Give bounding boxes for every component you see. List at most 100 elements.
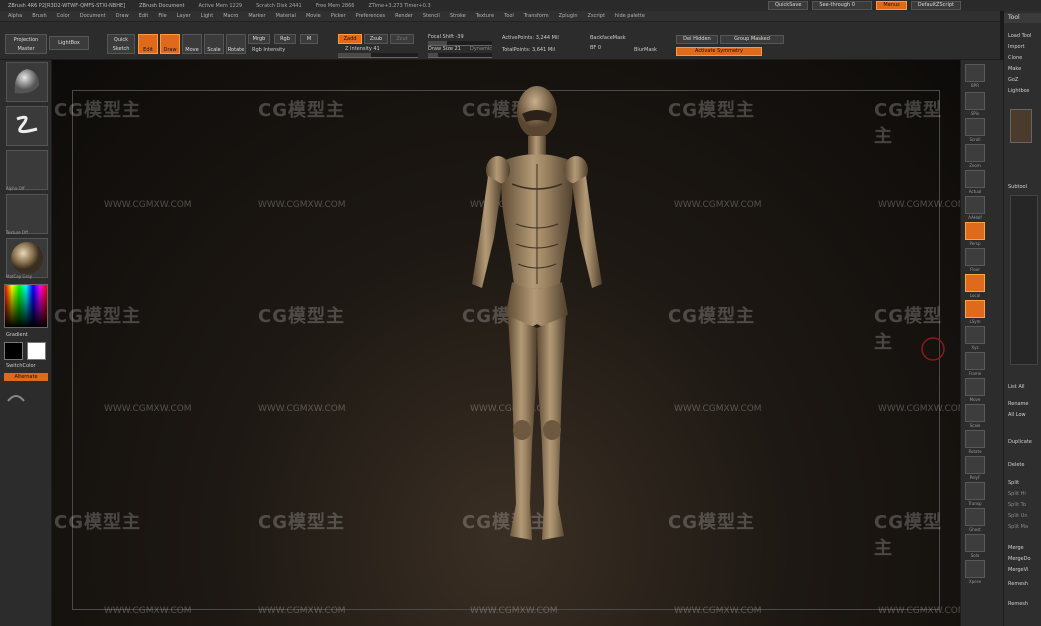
activate-symmetry-button[interactable]: Activate Symmetry	[676, 47, 762, 56]
menu-alpha[interactable]: Alpha	[8, 13, 22, 19]
menu-transform[interactable]: Transform	[524, 13, 549, 19]
goz-button[interactable]: GoZ	[1008, 77, 1018, 83]
texture-slot[interactable]	[6, 194, 48, 234]
rgb-intensity-label[interactable]: Rgb Intensity	[252, 47, 285, 53]
menu-color[interactable]: Color	[57, 13, 70, 19]
quicksave-button[interactable]: QuickSave	[768, 1, 809, 10]
rename-button[interactable]: Rename	[1008, 401, 1029, 407]
menu-stencil[interactable]: Stencil	[423, 13, 440, 19]
split-to-parts-button[interactable]: Split To	[1008, 502, 1026, 508]
switch-color-button[interactable]: SwitchColor	[6, 363, 36, 369]
split-masked-button[interactable]: Split Ma	[1008, 524, 1028, 530]
see-through-slider[interactable]: See-through 0	[812, 1, 873, 10]
persp-button[interactable]	[965, 222, 985, 240]
menu-brush[interactable]: Brush	[32, 13, 46, 19]
draw-size-slider[interactable]: Draw Size 21	[428, 46, 461, 52]
default-zscript-button[interactable]: DefaultZScript	[910, 1, 961, 10]
split-unmasked-button[interactable]: Split Un	[1008, 513, 1028, 519]
menu-picker[interactable]: Picker	[331, 13, 346, 19]
zadd-button[interactable]: Zadd	[338, 34, 362, 44]
local-button[interactable]	[965, 274, 985, 292]
draw-button[interactable]: Draw	[160, 34, 180, 54]
quick-sketch-button[interactable]: Quick Sketch	[107, 34, 135, 54]
menu-tool[interactable]: Tool	[504, 13, 514, 19]
split-hidden-button[interactable]: Split Hi	[1008, 491, 1026, 497]
bf-slider[interactable]: BF 0	[590, 45, 601, 51]
clone-button[interactable]: Clone	[1008, 55, 1022, 61]
projection-master-button[interactable]: Projection Master	[5, 34, 47, 54]
backface-mask-button[interactable]: BackfaceMask	[590, 35, 626, 41]
armored-figure-model[interactable]	[442, 84, 632, 554]
remesh-button[interactable]: Remesh	[1008, 601, 1028, 607]
gradient-label[interactable]: Gradient	[6, 332, 28, 338]
alternate-button[interactable]: Alternate	[4, 373, 48, 381]
bpr-button[interactable]	[965, 64, 985, 82]
color-picker[interactable]	[4, 284, 48, 328]
menus-button[interactable]: Menus	[876, 1, 907, 10]
spix-button[interactable]	[965, 92, 985, 110]
rotate-view-button[interactable]	[965, 430, 985, 448]
polyf-button[interactable]	[965, 456, 985, 474]
move-view-button[interactable]	[965, 378, 985, 396]
duplicate-button[interactable]: Duplicate	[1008, 439, 1032, 445]
remesh-section[interactable]: Remesh	[1008, 581, 1028, 587]
actual-button[interactable]	[965, 170, 985, 188]
merge-down-button[interactable]: MergeDo	[1008, 556, 1031, 562]
merge-visible-button[interactable]: MergeVi	[1008, 567, 1028, 573]
menu-layer[interactable]: Layer	[177, 13, 191, 19]
z-intensity-track[interactable]	[338, 53, 418, 58]
xpose-button[interactable]	[965, 560, 985, 578]
menu-stroke[interactable]: Stroke	[450, 13, 466, 19]
load-tool-button[interactable]: Load Tool	[1008, 33, 1031, 39]
scroll-button[interactable]	[965, 118, 985, 136]
focal-shift-slider[interactable]: Focal Shift -39	[428, 34, 464, 40]
scale-button[interactable]: Scale	[204, 34, 224, 54]
menu-document[interactable]: Document	[80, 13, 106, 19]
stroke-slot[interactable]	[6, 106, 48, 146]
brush-slot[interactable]	[6, 62, 48, 102]
ghost-button[interactable]	[965, 508, 985, 526]
split-section[interactable]: Split	[1008, 480, 1019, 486]
canvas-viewport[interactable]: CG模型主 CG模型主 CG模型主 CG模型主 CG模型主 WWW.CGMXW.…	[52, 60, 960, 626]
z-intensity-slider[interactable]: Z Intensity 41	[345, 46, 380, 52]
all-low-button[interactable]: All Low	[1008, 412, 1026, 418]
blur-mask-button[interactable]: BlurMask	[634, 47, 657, 53]
scale-view-button[interactable]	[965, 404, 985, 422]
import-button[interactable]: Import	[1008, 44, 1025, 50]
mrgb-button[interactable]: Mrgb	[248, 34, 270, 44]
group-masked-button[interactable]: Group Masked	[720, 35, 784, 44]
m-button[interactable]: M	[300, 34, 318, 44]
menu-draw[interactable]: Draw	[116, 13, 129, 19]
secondary-color-swatch[interactable]	[27, 342, 46, 360]
menu-file[interactable]: File	[158, 13, 166, 19]
del-hidden-button[interactable]: Del Hidden	[676, 35, 718, 44]
list-all-button[interactable]: List All	[1008, 384, 1025, 390]
floor-button[interactable]	[965, 248, 985, 266]
merge-section[interactable]: Merge	[1008, 545, 1024, 551]
menu-edit[interactable]: Edit	[139, 13, 149, 19]
menu-macro[interactable]: Macro	[223, 13, 238, 19]
rgb-button[interactable]: Rgb	[274, 34, 296, 44]
subtool-list[interactable]	[1010, 195, 1038, 365]
move-button[interactable]: Move	[182, 34, 202, 54]
menu-movie[interactable]: Movie	[306, 13, 321, 19]
alpha-slot[interactable]	[6, 150, 48, 190]
material-slot[interactable]	[6, 238, 48, 278]
menu-preferences[interactable]: Preferences	[356, 13, 385, 19]
solo-button[interactable]	[965, 534, 985, 552]
zsub-button[interactable]: Zsub	[364, 34, 388, 44]
menu-zscript[interactable]: Zscript	[588, 13, 605, 19]
tool-thumbnail[interactable]	[1010, 109, 1032, 143]
dynamic-toggle[interactable]: Dynamic	[470, 46, 492, 52]
menu-zplugin[interactable]: Zplugin	[559, 13, 578, 19]
delete-button[interactable]: Delete	[1008, 462, 1024, 468]
menu-render[interactable]: Render	[395, 13, 413, 19]
zcut-button[interactable]: Zcut	[390, 34, 414, 44]
tool-panel-title[interactable]: Tool	[1004, 13, 1041, 23]
xyz-button[interactable]	[965, 326, 985, 344]
menu-hide-palette[interactable]: hide palette	[615, 13, 645, 19]
menu-material[interactable]: Material	[276, 13, 296, 19]
make-button[interactable]: Make	[1008, 66, 1021, 72]
aahalf-button[interactable]	[965, 196, 985, 214]
lsym-button[interactable]	[965, 300, 985, 318]
